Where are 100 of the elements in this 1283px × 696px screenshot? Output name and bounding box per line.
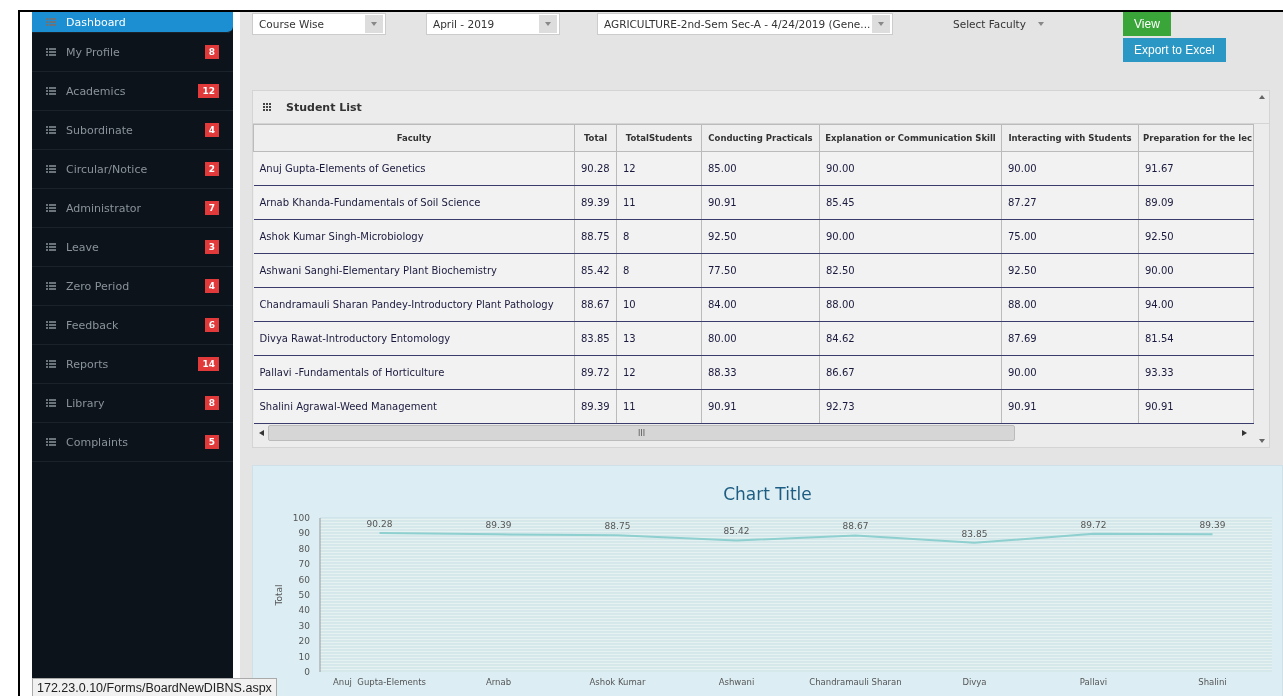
table-cell: 90.00 xyxy=(1001,355,1139,390)
data-label: 83.85 xyxy=(961,528,987,539)
table-cell: 90.91 xyxy=(701,389,820,424)
column-header: Faculty xyxy=(253,124,575,152)
list-icon xyxy=(46,438,56,446)
status-url: 172.23.0.10/Forms/BoardNewDIBNS.aspx xyxy=(32,678,277,696)
table-cell: Divya Rawat-Introductory Entomology xyxy=(253,321,575,356)
table-cell: 89.39 xyxy=(574,389,617,424)
table-cell: Pallavi -Fundamentals of Horticulture xyxy=(253,355,575,390)
table-cell: Arnab Khanda-Fundamentals of Soil Science xyxy=(253,185,575,220)
count-badge: 4 xyxy=(204,123,219,137)
table-cell: 90.00 xyxy=(1001,151,1139,186)
table-cell: 8 xyxy=(616,253,702,288)
axis-title: Total xyxy=(273,584,284,606)
list-icon xyxy=(46,18,56,26)
caret-icon xyxy=(878,22,884,26)
dropdown[interactable]: Course Wise xyxy=(252,13,386,35)
tick-label: 10 xyxy=(298,651,310,662)
table-cell: 90.00 xyxy=(819,151,1002,186)
list-icon xyxy=(46,399,56,407)
table-cell: 81.54 xyxy=(1138,321,1254,356)
column-header: Explanation or Communication Skill xyxy=(819,124,1002,152)
table-cell: 77.50 xyxy=(701,253,820,288)
table-cell: 90.28 xyxy=(574,151,617,186)
table-cell: 12 xyxy=(616,151,702,186)
list-icon xyxy=(46,321,56,329)
data-label: 85.42 xyxy=(723,526,749,537)
category-label: Shalini xyxy=(1197,677,1227,687)
table-cell: 86.67 xyxy=(819,355,1002,390)
table-cell: 92.73 xyxy=(819,389,1002,424)
sidebar-item[interactable]: Complaints 5 xyxy=(32,423,233,462)
sidebar-item[interactable]: Feedback 6 xyxy=(32,306,233,345)
caret-icon xyxy=(1037,22,1044,26)
tick-label: 50 xyxy=(298,590,310,600)
count-badge: 12 xyxy=(198,84,219,98)
count-badge: 6 xyxy=(204,318,219,332)
scroll-left-icon[interactable] xyxy=(259,430,264,436)
list-icon xyxy=(46,48,56,56)
sidebar-item[interactable]: Administrator 7 xyxy=(32,189,233,228)
table-cell: 87.27 xyxy=(1001,185,1139,220)
table-cell: 84.62 xyxy=(819,321,1002,356)
table-cell: 13 xyxy=(616,321,702,356)
table-cell: 85.00 xyxy=(701,151,820,186)
tick-label: 80 xyxy=(298,543,310,554)
list-icon xyxy=(46,204,56,212)
dropdown[interactable]: Select Faculty xyxy=(947,13,1085,35)
category-label: Pallavi xyxy=(1079,677,1107,687)
table-cell: 90.91 xyxy=(701,185,820,220)
data-label: 89.39 xyxy=(485,520,511,531)
scroll-down-icon[interactable] xyxy=(1259,439,1265,443)
table-cell: 85.42 xyxy=(574,253,617,288)
export-button[interactable]: Export to Excel xyxy=(1123,38,1226,62)
data-label: 89.39 xyxy=(1199,520,1225,531)
chart-title: Chart Title xyxy=(723,484,812,504)
scroll-up-icon[interactable] xyxy=(1259,95,1265,99)
category-label: Ashok Kumar xyxy=(589,677,645,687)
sidebar-item[interactable]: Dashboard xyxy=(32,12,233,33)
table-cell: 10 xyxy=(616,287,702,322)
table-cell: Ashok Kumar Singh-Microbiology xyxy=(253,219,575,254)
tick-label: 100 xyxy=(292,513,310,523)
scroll-right-icon[interactable] xyxy=(1242,430,1247,436)
list-icon xyxy=(46,282,56,290)
sidebar-item[interactable]: Library 8 xyxy=(32,384,233,423)
sidebar-item[interactable]: Academics 12 xyxy=(32,72,233,111)
table-cell: 94.00 xyxy=(1138,287,1254,322)
table-cell: 90.91 xyxy=(1138,389,1254,424)
sidebar-item[interactable]: My Profile 8 xyxy=(32,33,233,72)
dropdown[interactable]: April - 2019 xyxy=(426,13,560,35)
count-badge: 5 xyxy=(204,435,219,449)
table-cell: 91.67 xyxy=(1138,151,1254,186)
sidebar-item[interactable]: Reports 14 xyxy=(32,345,233,384)
tick-label: 30 xyxy=(298,620,310,631)
count-badge: 2 xyxy=(204,162,219,176)
scrollbar-thumb[interactable]: III xyxy=(268,425,1015,441)
list-icon xyxy=(46,360,56,368)
dropdown[interactable]: AGRICULTURE-2nd-Sem Sec-A - 4/24/2019 (Gene... xyxy=(597,13,893,35)
count-badge: 3 xyxy=(204,240,219,254)
category-label: Chandramauli Sharan xyxy=(808,677,902,687)
view-button[interactable]: View xyxy=(1123,12,1171,36)
table-cell: 89.72 xyxy=(574,355,617,390)
panel-title: Student List xyxy=(286,100,362,114)
sidebar-item[interactable]: Zero Period 4 xyxy=(32,267,233,306)
table-cell: 88.33 xyxy=(701,355,820,390)
sidebar-item[interactable]: Subordinate 4 xyxy=(32,111,233,150)
tick-label: 70 xyxy=(298,559,310,570)
sidebar-item[interactable]: Circular/Notice 2 xyxy=(32,150,233,189)
tick-label: 0 xyxy=(303,667,310,677)
table-cell: 83.85 xyxy=(574,321,617,356)
data-label: 88.67 xyxy=(842,521,868,532)
caret-icon xyxy=(371,22,377,26)
sidebar-item[interactable]: Leave 3 xyxy=(32,228,233,267)
table-cell: 88.00 xyxy=(1001,287,1139,322)
data-label: 88.75 xyxy=(604,521,630,532)
category-label: Arnab xyxy=(485,677,511,687)
category-label: Anuj Gupta-Elements xyxy=(332,677,426,687)
table-cell: 82.50 xyxy=(819,253,1002,288)
category-label: Divya xyxy=(961,677,987,687)
count-badge: 8 xyxy=(204,396,219,410)
table-cell: 80.00 xyxy=(701,321,820,356)
list-icon xyxy=(46,87,56,95)
